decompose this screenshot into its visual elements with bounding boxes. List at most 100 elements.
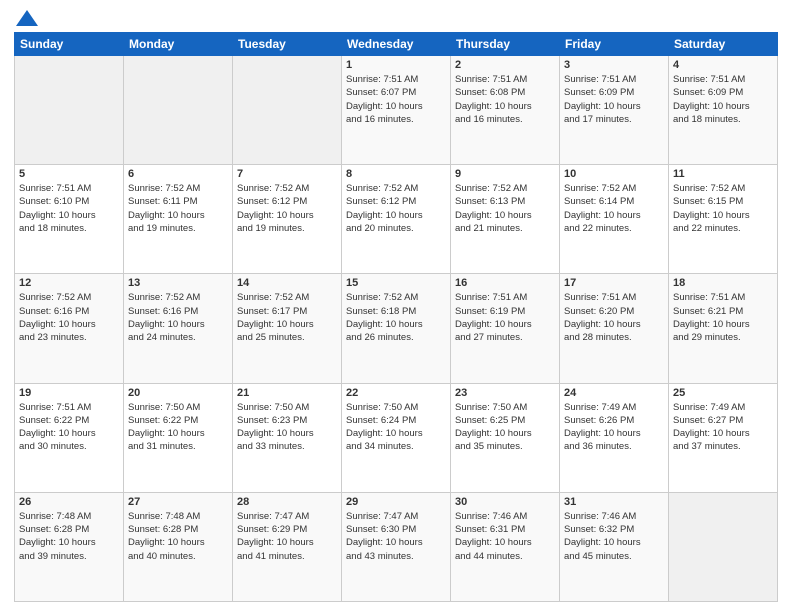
week-row-2: 5 Sunrise: 7:51 AM Sunset: 6:10 PM Daylig… xyxy=(15,165,778,274)
calendar-cell: 5 Sunrise: 7:51 AM Sunset: 6:10 PM Daylig… xyxy=(15,165,124,274)
calendar-cell: 14 Sunrise: 7:52 AM Sunset: 6:17 PM Dayli… xyxy=(233,274,342,383)
col-header-thursday: Thursday xyxy=(451,33,560,56)
calendar-cell: 12Sunrise: 7:52 AM Sunset: 6:16 PM Dayli… xyxy=(15,274,124,383)
day-number: 28 xyxy=(237,496,337,508)
day-info: Sunrise: 7:50 AM Sunset: 6:23 PM Dayligh… xyxy=(237,401,337,454)
day-number: 3 xyxy=(564,59,664,71)
calendar-cell xyxy=(15,56,124,165)
day-number: 25 xyxy=(673,387,773,399)
calendar-cell: 7 Sunrise: 7:52 AM Sunset: 6:12 PM Daylig… xyxy=(233,165,342,274)
day-info: Sunrise: 7:51 AM Sunset: 6:10 PM Dayligh… xyxy=(19,182,119,235)
calendar-cell: 24Sunrise: 7:49 AM Sunset: 6:26 PM Dayli… xyxy=(560,383,669,492)
day-number: 13 xyxy=(128,277,228,289)
calendar-cell: 11Sunrise: 7:52 AM Sunset: 6:15 PM Dayli… xyxy=(669,165,778,274)
calendar-cell: 10Sunrise: 7:52 AM Sunset: 6:14 PM Dayli… xyxy=(560,165,669,274)
day-number: 15 xyxy=(346,277,446,289)
col-header-friday: Friday xyxy=(560,33,669,56)
day-number: 12 xyxy=(19,277,119,289)
day-number: 16 xyxy=(455,277,555,289)
calendar-cell xyxy=(669,492,778,601)
day-info: Sunrise: 7:50 AM Sunset: 6:24 PM Dayligh… xyxy=(346,401,446,454)
day-number: 19 xyxy=(19,387,119,399)
calendar-cell: 8 Sunrise: 7:52 AM Sunset: 6:12 PM Daylig… xyxy=(342,165,451,274)
calendar-cell: 27 Sunrise: 7:48 AM Sunset: 6:28 PM Dayli… xyxy=(124,492,233,601)
day-info: Sunrise: 7:52 AM Sunset: 6:12 PM Dayligh… xyxy=(346,182,446,235)
calendar-cell: 1 Sunrise: 7:51 AM Sunset: 6:07 PM Daylig… xyxy=(342,56,451,165)
calendar-cell: 31 Sunrise: 7:46 AM Sunset: 6:32 PM Dayli… xyxy=(560,492,669,601)
day-number: 5 xyxy=(19,168,119,180)
day-info: Sunrise: 7:51 AM Sunset: 6:08 PM Dayligh… xyxy=(455,73,555,126)
day-number: 21 xyxy=(237,387,337,399)
calendar-cell: 18 Sunrise: 7:51 AM Sunset: 6:21 PM Dayli… xyxy=(669,274,778,383)
col-header-wednesday: Wednesday xyxy=(342,33,451,56)
calendar-cell: 29Sunrise: 7:47 AM Sunset: 6:30 PM Dayli… xyxy=(342,492,451,601)
day-number: 4 xyxy=(673,59,773,71)
day-info: Sunrise: 7:52 AM Sunset: 6:17 PM Dayligh… xyxy=(237,291,337,344)
day-number: 1 xyxy=(346,59,446,71)
calendar-cell: 25 Sunrise: 7:49 AM Sunset: 6:27 PM Dayli… xyxy=(669,383,778,492)
day-info: Sunrise: 7:52 AM Sunset: 6:18 PM Dayligh… xyxy=(346,291,446,344)
day-info: Sunrise: 7:50 AM Sunset: 6:22 PM Dayligh… xyxy=(128,401,228,454)
day-number: 31 xyxy=(564,496,664,508)
calendar-cell: 9 Sunrise: 7:52 AM Sunset: 6:13 PM Daylig… xyxy=(451,165,560,274)
day-info: Sunrise: 7:46 AM Sunset: 6:31 PM Dayligh… xyxy=(455,510,555,563)
day-info: Sunrise: 7:51 AM Sunset: 6:22 PM Dayligh… xyxy=(19,401,119,454)
day-info: Sunrise: 7:52 AM Sunset: 6:16 PM Dayligh… xyxy=(128,291,228,344)
day-number: 17 xyxy=(564,277,664,289)
day-info: Sunrise: 7:52 AM Sunset: 6:12 PM Dayligh… xyxy=(237,182,337,235)
day-info: Sunrise: 7:46 AM Sunset: 6:32 PM Dayligh… xyxy=(564,510,664,563)
day-number: 9 xyxy=(455,168,555,180)
day-info: Sunrise: 7:51 AM Sunset: 6:19 PM Dayligh… xyxy=(455,291,555,344)
calendar-cell xyxy=(124,56,233,165)
calendar-cell: 2 Sunrise: 7:51 AM Sunset: 6:08 PM Daylig… xyxy=(451,56,560,165)
calendar-cell: 20 Sunrise: 7:50 AM Sunset: 6:22 PM Dayli… xyxy=(124,383,233,492)
calendar-cell: 23Sunrise: 7:50 AM Sunset: 6:25 PM Dayli… xyxy=(451,383,560,492)
calendar-cell: 6Sunrise: 7:52 AM Sunset: 6:11 PM Daylig… xyxy=(124,165,233,274)
calendar-cell: 13 Sunrise: 7:52 AM Sunset: 6:16 PM Dayli… xyxy=(124,274,233,383)
day-number: 8 xyxy=(346,168,446,180)
calendar-cell: 17 Sunrise: 7:51 AM Sunset: 6:20 PM Dayli… xyxy=(560,274,669,383)
day-info: Sunrise: 7:48 AM Sunset: 6:28 PM Dayligh… xyxy=(128,510,228,563)
day-info: Sunrise: 7:48 AM Sunset: 6:28 PM Dayligh… xyxy=(19,510,119,563)
calendar-cell xyxy=(233,56,342,165)
day-number: 30 xyxy=(455,496,555,508)
col-header-tuesday: Tuesday xyxy=(233,33,342,56)
day-number: 27 xyxy=(128,496,228,508)
logo xyxy=(14,10,38,26)
day-info: Sunrise: 7:50 AM Sunset: 6:25 PM Dayligh… xyxy=(455,401,555,454)
day-number: 22 xyxy=(346,387,446,399)
day-number: 18 xyxy=(673,277,773,289)
day-info: Sunrise: 7:49 AM Sunset: 6:27 PM Dayligh… xyxy=(673,401,773,454)
day-info: Sunrise: 7:52 AM Sunset: 6:11 PM Dayligh… xyxy=(128,182,228,235)
day-info: Sunrise: 7:51 AM Sunset: 6:09 PM Dayligh… xyxy=(564,73,664,126)
day-info: Sunrise: 7:47 AM Sunset: 6:30 PM Dayligh… xyxy=(346,510,446,563)
day-number: 7 xyxy=(237,168,337,180)
header xyxy=(14,10,778,26)
week-row-5: 26 Sunrise: 7:48 AM Sunset: 6:28 PM Dayli… xyxy=(15,492,778,601)
col-header-saturday: Saturday xyxy=(669,33,778,56)
day-number: 11 xyxy=(673,168,773,180)
calendar-cell: 3 Sunrise: 7:51 AM Sunset: 6:09 PM Daylig… xyxy=(560,56,669,165)
day-info: Sunrise: 7:51 AM Sunset: 6:09 PM Dayligh… xyxy=(673,73,773,126)
day-number: 14 xyxy=(237,277,337,289)
day-number: 26 xyxy=(19,496,119,508)
calendar-cell: 28Sunrise: 7:47 AM Sunset: 6:29 PM Dayli… xyxy=(233,492,342,601)
col-header-monday: Monday xyxy=(124,33,233,56)
calendar-table: SundayMondayTuesdayWednesdayThursdayFrid… xyxy=(14,32,778,602)
day-number: 2 xyxy=(455,59,555,71)
day-number: 24 xyxy=(564,387,664,399)
calendar-header-row: SundayMondayTuesdayWednesdayThursdayFrid… xyxy=(15,33,778,56)
logo-icon xyxy=(16,10,38,26)
col-header-sunday: Sunday xyxy=(15,33,124,56)
day-info: Sunrise: 7:52 AM Sunset: 6:14 PM Dayligh… xyxy=(564,182,664,235)
day-number: 20 xyxy=(128,387,228,399)
calendar-cell: 15 Sunrise: 7:52 AM Sunset: 6:18 PM Dayli… xyxy=(342,274,451,383)
calendar-cell: 4 Sunrise: 7:51 AM Sunset: 6:09 PM Daylig… xyxy=(669,56,778,165)
calendar-cell: 16 Sunrise: 7:51 AM Sunset: 6:19 PM Dayli… xyxy=(451,274,560,383)
calendar-cell: 21 Sunrise: 7:50 AM Sunset: 6:23 PM Dayli… xyxy=(233,383,342,492)
day-info: Sunrise: 7:52 AM Sunset: 6:13 PM Dayligh… xyxy=(455,182,555,235)
day-info: Sunrise: 7:51 AM Sunset: 6:21 PM Dayligh… xyxy=(673,291,773,344)
page: SundayMondayTuesdayWednesdayThursdayFrid… xyxy=(0,0,792,612)
day-info: Sunrise: 7:51 AM Sunset: 6:20 PM Dayligh… xyxy=(564,291,664,344)
day-info: Sunrise: 7:51 AM Sunset: 6:07 PM Dayligh… xyxy=(346,73,446,126)
